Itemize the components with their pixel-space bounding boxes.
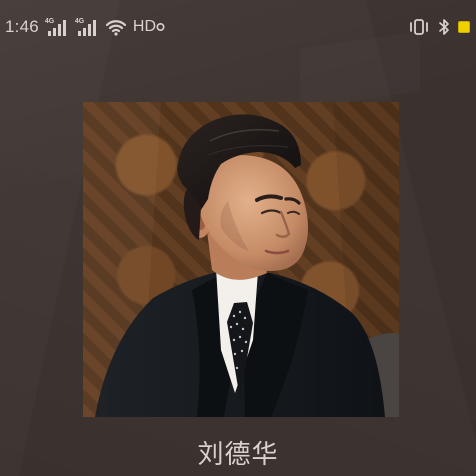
status-right-group <box>408 16 470 38</box>
status-bar: 1:46 4G 4G HD <box>0 0 476 52</box>
signal-4g-icon: 4G <box>45 18 69 36</box>
hd-suffix-icon <box>156 22 165 32</box>
wifi-icon <box>105 20 126 36</box>
battery-icon <box>458 21 470 33</box>
artist-name: 刘德华 <box>197 440 279 470</box>
status-time: 1:46 <box>5 17 39 36</box>
vibrate-icon <box>410 19 428 35</box>
signal-bars-icon <box>77 20 96 36</box>
status-left-group: 1:46 4G 4G HD <box>5 16 165 38</box>
music-screen: 1:46 4G 4G HD 刘德华 <box>0 0 476 476</box>
hd-icon: HD <box>133 16 165 38</box>
hd-label: HD <box>132 18 156 35</box>
signal-4g-icon: 4G <box>75 18 99 36</box>
signal-bars-icon <box>47 20 66 36</box>
artist-avatar <box>83 102 399 417</box>
artist-portrait-image <box>83 102 399 417</box>
bluetooth-icon <box>439 19 449 35</box>
